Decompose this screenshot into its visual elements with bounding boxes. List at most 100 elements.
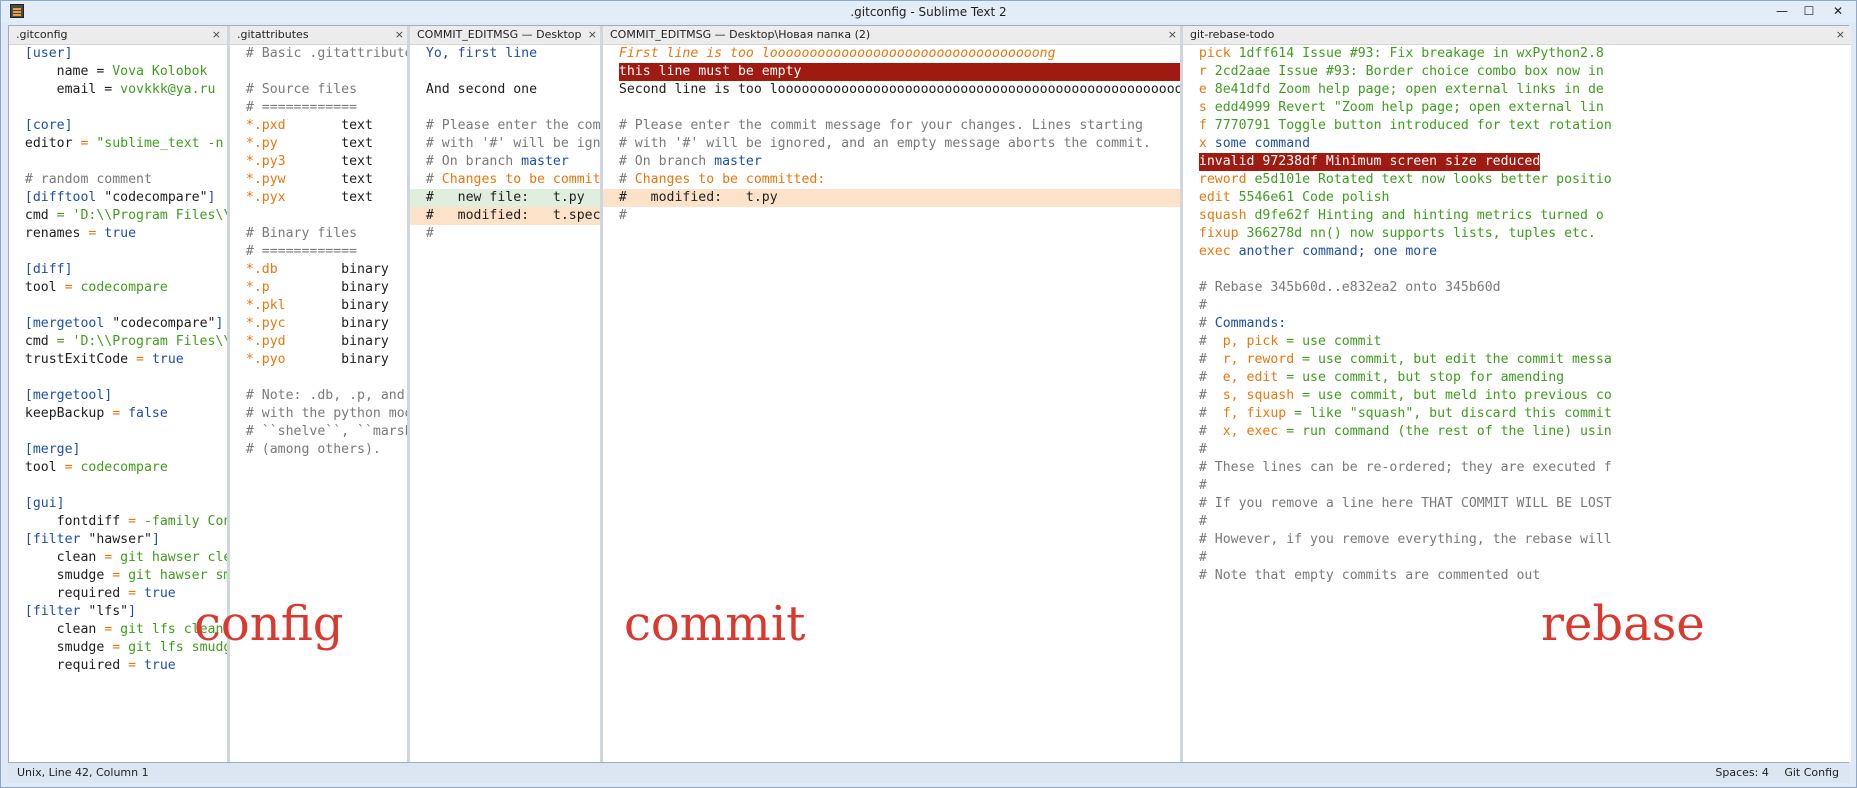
code-line[interactable]: s edd4999 Revert "Zoom help page; open e… [1183,99,1851,117]
code-line[interactable]: # Note: .db, .p, and .p [230,387,410,405]
code-line[interactable]: # [1183,477,1851,495]
code-line[interactable]: # On branch master [410,153,603,171]
code-line[interactable]: # x, exec = run command (the rest of the… [1183,423,1851,441]
code-line[interactable]: And second one [410,81,603,99]
code-line[interactable] [9,297,227,315]
code-line[interactable] [603,99,1183,117]
tab-git-rebase-todo[interactable]: git-rebase-todo × [1183,26,1851,45]
code-line[interactable] [230,369,410,387]
code-line[interactable]: keepBackup = false [9,405,227,423]
minimize-button[interactable]: — [1769,3,1795,19]
code-line[interactable]: *.pkl binary [230,297,410,315]
code-line[interactable]: # Binary files [230,225,410,243]
tab-commit-editmsg-desktop[interactable]: COMMIT_EDITMSG — Desktop × [410,26,603,45]
code-line[interactable]: name = Vova Kolobok [9,63,227,81]
code-line[interactable]: *.pyx text [230,189,410,207]
title-bar[interactable]: .gitconfig - Sublime Text 2 — ☐ ✕ [1,1,1856,23]
tab-close-icon[interactable]: × [1836,26,1845,44]
code-line[interactable]: # [603,207,1183,225]
code-line[interactable]: # [1183,513,1851,531]
code-line[interactable]: # Source files [230,81,410,99]
code-line[interactable]: # However, if you remove everything, the… [1183,531,1851,549]
code-line[interactable]: *.py3 text [230,153,410,171]
tab-close-icon[interactable]: × [212,26,221,44]
code-line[interactable]: # e, edit = use commit, but stop for ame… [1183,369,1851,387]
code-line[interactable]: [mergetool "codecompare"] [9,315,227,333]
code-line[interactable]: # (among others). [230,441,410,459]
code-line[interactable]: # ============ [230,99,410,117]
code-line[interactable]: # f, fixup = like "squash", but discard … [1183,405,1851,423]
code-line[interactable]: [diff] [9,261,227,279]
code-line[interactable]: [gui] [9,495,227,513]
code-line[interactable]: clean = git hawser clean [9,549,227,567]
code-line[interactable]: pick 1dff614 Issue #93: Fix breakage in … [1183,45,1851,63]
close-window-button[interactable]: ✕ [1823,3,1853,19]
code-line[interactable]: f 7770791 Toggle button introduced for t… [1183,117,1851,135]
code-view[interactable]: [user] name = Vova Kolobok email = vovkk… [9,45,227,675]
code-line[interactable]: # s, squash = use commit, but meld into … [1183,387,1851,405]
code-line[interactable]: # Please enter the commit message for yo… [603,117,1183,135]
code-line[interactable] [9,477,227,495]
code-line[interactable]: # random comment [9,171,227,189]
code-line[interactable]: # ``shelve``, ``marshal [230,423,410,441]
code-line[interactable]: # These lines can be re-ordered; they ar… [1183,459,1851,477]
code-line[interactable]: tool = codecompare [9,459,227,477]
code-line[interactable]: # with '#' will be ignored [410,135,603,153]
code-line[interactable]: [core] [9,117,227,135]
code-line[interactable]: *.db binary [230,261,410,279]
code-line[interactable] [1183,261,1851,279]
code-line[interactable]: # [1183,297,1851,315]
code-line[interactable]: smudge = git hawser smud [9,567,227,585]
code-line[interactable]: *.p binary [230,279,410,297]
code-line[interactable]: # ============ [230,243,410,261]
code-line[interactable] [9,99,227,117]
tab-gitconfig[interactable]: .gitconfig × [9,26,227,45]
tab-close-icon[interactable]: × [395,26,404,44]
code-line[interactable]: # modified: t.spec [410,207,603,225]
tab-gitattributes[interactable]: .gitattributes × [230,26,410,45]
code-line[interactable]: # Note that empty commits are commented … [1183,567,1851,585]
code-line[interactable]: # Changes to be committed: [603,171,1183,189]
code-line[interactable]: # Basic .gitattributes [230,45,410,63]
code-line[interactable]: cmd = 'D:\\Program Files\\te [9,207,227,225]
code-line[interactable]: # Commands: [1183,315,1851,333]
maximize-button[interactable]: ☐ [1796,3,1822,19]
code-line[interactable]: # Changes to be committed [410,171,603,189]
code-line[interactable]: exec another command; one more [1183,243,1851,261]
code-line[interactable]: # On branch master [603,153,1183,171]
code-line[interactable]: r 2cd2aae Issue #93: Border choice combo… [1183,63,1851,81]
code-line[interactable]: invalid 97238df Minimum screen size redu… [1183,153,1851,171]
code-line[interactable]: [difftool "codecompare"] [9,189,227,207]
code-line[interactable]: tool = codecompare [9,279,227,297]
code-line[interactable] [230,207,410,225]
code-line[interactable] [230,63,410,81]
code-line[interactable]: e 8e41dfd Zoom help page; open external … [1183,81,1851,99]
code-line[interactable]: *.py text [230,135,410,153]
tab-close-icon[interactable]: × [1168,26,1177,44]
code-line[interactable]: # [1183,441,1851,459]
code-line[interactable]: this line must be empty [603,63,1183,81]
code-line[interactable]: # new file: t.py [410,189,603,207]
code-line[interactable]: reword e5d101e Rotated text now looks be… [1183,171,1851,189]
code-line[interactable]: *.pyd binary [230,333,410,351]
code-line[interactable]: [mergetool] [9,387,227,405]
code-line[interactable]: # modified: t.py [603,189,1183,207]
code-line[interactable] [9,243,227,261]
code-line[interactable]: # with the python modul [230,405,410,423]
code-line[interactable]: *.pyc binary [230,315,410,333]
code-view[interactable]: # Basic .gitattributes # Source files # … [230,45,410,459]
code-line[interactable] [410,63,603,81]
code-line[interactable]: trustExitCode = true [9,351,227,369]
tab-close-icon[interactable]: × [588,26,597,44]
code-line[interactable]: cmd = 'D:\\Program Files\\te [9,333,227,351]
code-line[interactable] [9,423,227,441]
code-line[interactable]: squash d9fe62f Hinting and hinting metri… [1183,207,1851,225]
code-line[interactable]: *.pyw text [230,171,410,189]
code-line[interactable] [9,369,227,387]
code-line[interactable]: renames = true [9,225,227,243]
code-line[interactable]: editor = "sublime_text -n -w [9,135,227,153]
indentation-setting[interactable]: Spaces: 4 [1715,766,1768,779]
code-line[interactable]: # [1183,549,1851,567]
code-line[interactable]: fixup 366278d nn() now supports lists, t… [1183,225,1851,243]
code-line[interactable]: # Please enter the commit [410,117,603,135]
